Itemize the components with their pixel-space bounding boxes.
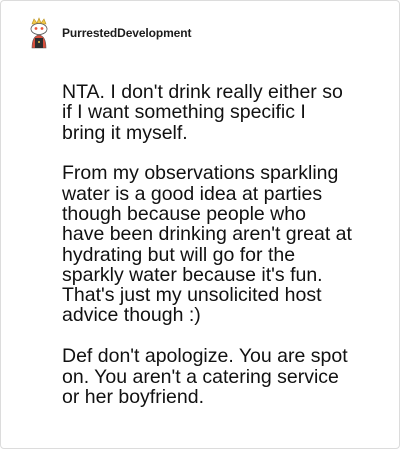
comment-paragraph: NTA. I don't drink really either so if I… <box>62 81 343 144</box>
comment-author[interactable]: PurrestedDevelopment <box>62 26 191 40</box>
snoo-avatar-icon[interactable] <box>21 15 57 51</box>
comment-header: PurrestedDevelopment <box>21 15 191 51</box>
comment-card: PurrestedDevelopment NTA. I don't drink … <box>0 0 400 449</box>
comment-paragraph: From my observations sparkling water is … <box>62 162 352 327</box>
comment-paragraph: Def don't apologize. You are spot on. Yo… <box>62 345 348 408</box>
comment-body: NTA. I don't drink really either so if I… <box>62 82 382 428</box>
